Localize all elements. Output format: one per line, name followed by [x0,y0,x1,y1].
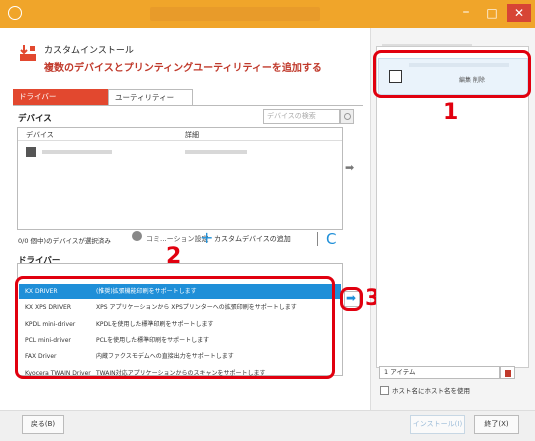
exit-button[interactable]: 終了(X) [474,415,519,434]
item-count: 1 アイテム [379,366,500,379]
column-header-device: デバイス [26,131,54,139]
header-divider [18,140,342,141]
tab-driver[interactable]: ドライバー [13,89,108,105]
toolbar-divider [317,232,318,246]
device-name-redacted [42,150,112,154]
install-icon [20,45,36,61]
selection-status: 0/0 個中)のデバイスが選択済み [18,237,111,245]
page-title: カスタムインストール [44,46,134,56]
callout-box-3 [340,287,363,311]
column-header-detail: 詳細 [185,131,199,139]
callout-box-1 [373,50,531,98]
refresh-icon[interactable]: C [326,231,336,247]
printer-icon [26,147,36,157]
maximize-button[interactable] [480,4,504,22]
close-button[interactable] [507,4,531,22]
tab-utility[interactable]: ユーティリティー [108,89,193,105]
move-right-arrow-icon[interactable]: ➡ [345,161,354,174]
window-title [150,7,320,21]
callout-box-2 [15,276,335,379]
page-subtitle: 複数のデバイスとプリンティングユーティリティーを追加する [44,63,322,74]
trash-icon[interactable] [500,366,515,379]
callout-number-1: 1 [443,100,459,125]
hostname-checkbox[interactable] [380,386,389,395]
callout-number-2: 2 [166,244,182,269]
minimize-button[interactable] [454,4,478,22]
device-detail-redacted [185,150,247,154]
install-button[interactable]: インストール(I) [410,415,465,434]
search-icon[interactable] [340,109,354,124]
add-custom-device-button[interactable]: カスタムデバイスの追加 [214,234,291,244]
settings-icon[interactable] [132,231,142,241]
title-bar [0,0,535,28]
back-button[interactable]: 戻る(B) [22,415,64,434]
device-table[interactable] [17,127,343,230]
app-icon [8,6,22,20]
hostname-checkbox-label: ホスト名にホスト名を使用 [392,387,470,395]
plus-icon[interactable]: + [200,230,213,246]
device-section-label: デバイス [18,114,52,124]
device-search-input[interactable]: デバイスの検索 [263,109,340,124]
